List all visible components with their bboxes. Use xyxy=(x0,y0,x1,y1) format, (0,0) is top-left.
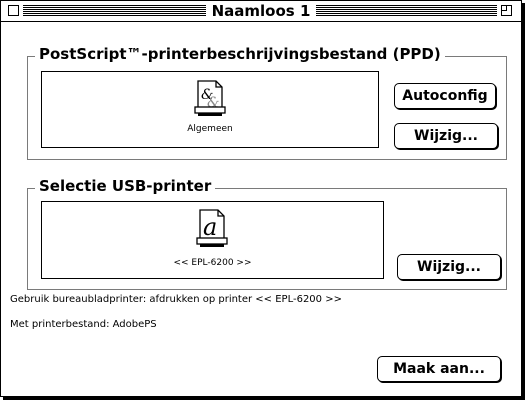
usb-printer-name: << EPL-6200 >> xyxy=(173,258,252,268)
usb-printer-panel[interactable]: a << EPL-6200 >> xyxy=(41,201,384,279)
usb-group-label: Selectie USB-printer xyxy=(35,177,216,195)
ppd-change-button-label: Wijzig... xyxy=(414,128,478,144)
dialog-window: Naamloos 1 PostScript™-printerbeschrijvi… xyxy=(0,0,522,397)
printer-file-info: Met printerbestand: AdobePS xyxy=(10,319,157,330)
window-shadow-bottom xyxy=(3,397,525,400)
ppd-file-name: Algemeen xyxy=(187,124,233,134)
svg-text:a: a xyxy=(203,213,217,241)
desktop-printer-info: Gebruik bureaubladprinter: afdrukken op … xyxy=(10,294,342,305)
title-bar[interactable]: Naamloos 1 xyxy=(1,1,521,22)
ppd-file-panel[interactable]: & & Algemeen xyxy=(41,71,379,148)
window-title: Naamloos 1 xyxy=(1,2,521,20)
ppd-group-label: PostScript™-printerbeschrijvingsbestand … xyxy=(35,45,445,63)
autoconfig-button-label: Autoconfig xyxy=(402,88,488,104)
window-shadow-right xyxy=(522,3,525,400)
create-button-label: Maak aan... xyxy=(393,361,485,377)
ppd-file-icon: & & xyxy=(194,80,226,116)
usb-change-button-label: Wijzig... xyxy=(417,259,481,275)
create-button[interactable]: Maak aan... xyxy=(377,356,501,382)
autoconfig-button[interactable]: Autoconfig xyxy=(394,83,496,109)
ppd-change-button[interactable]: Wijzig... xyxy=(394,123,498,149)
printer-icon: a xyxy=(196,209,228,247)
usb-change-button[interactable]: Wijzig... xyxy=(397,254,501,280)
